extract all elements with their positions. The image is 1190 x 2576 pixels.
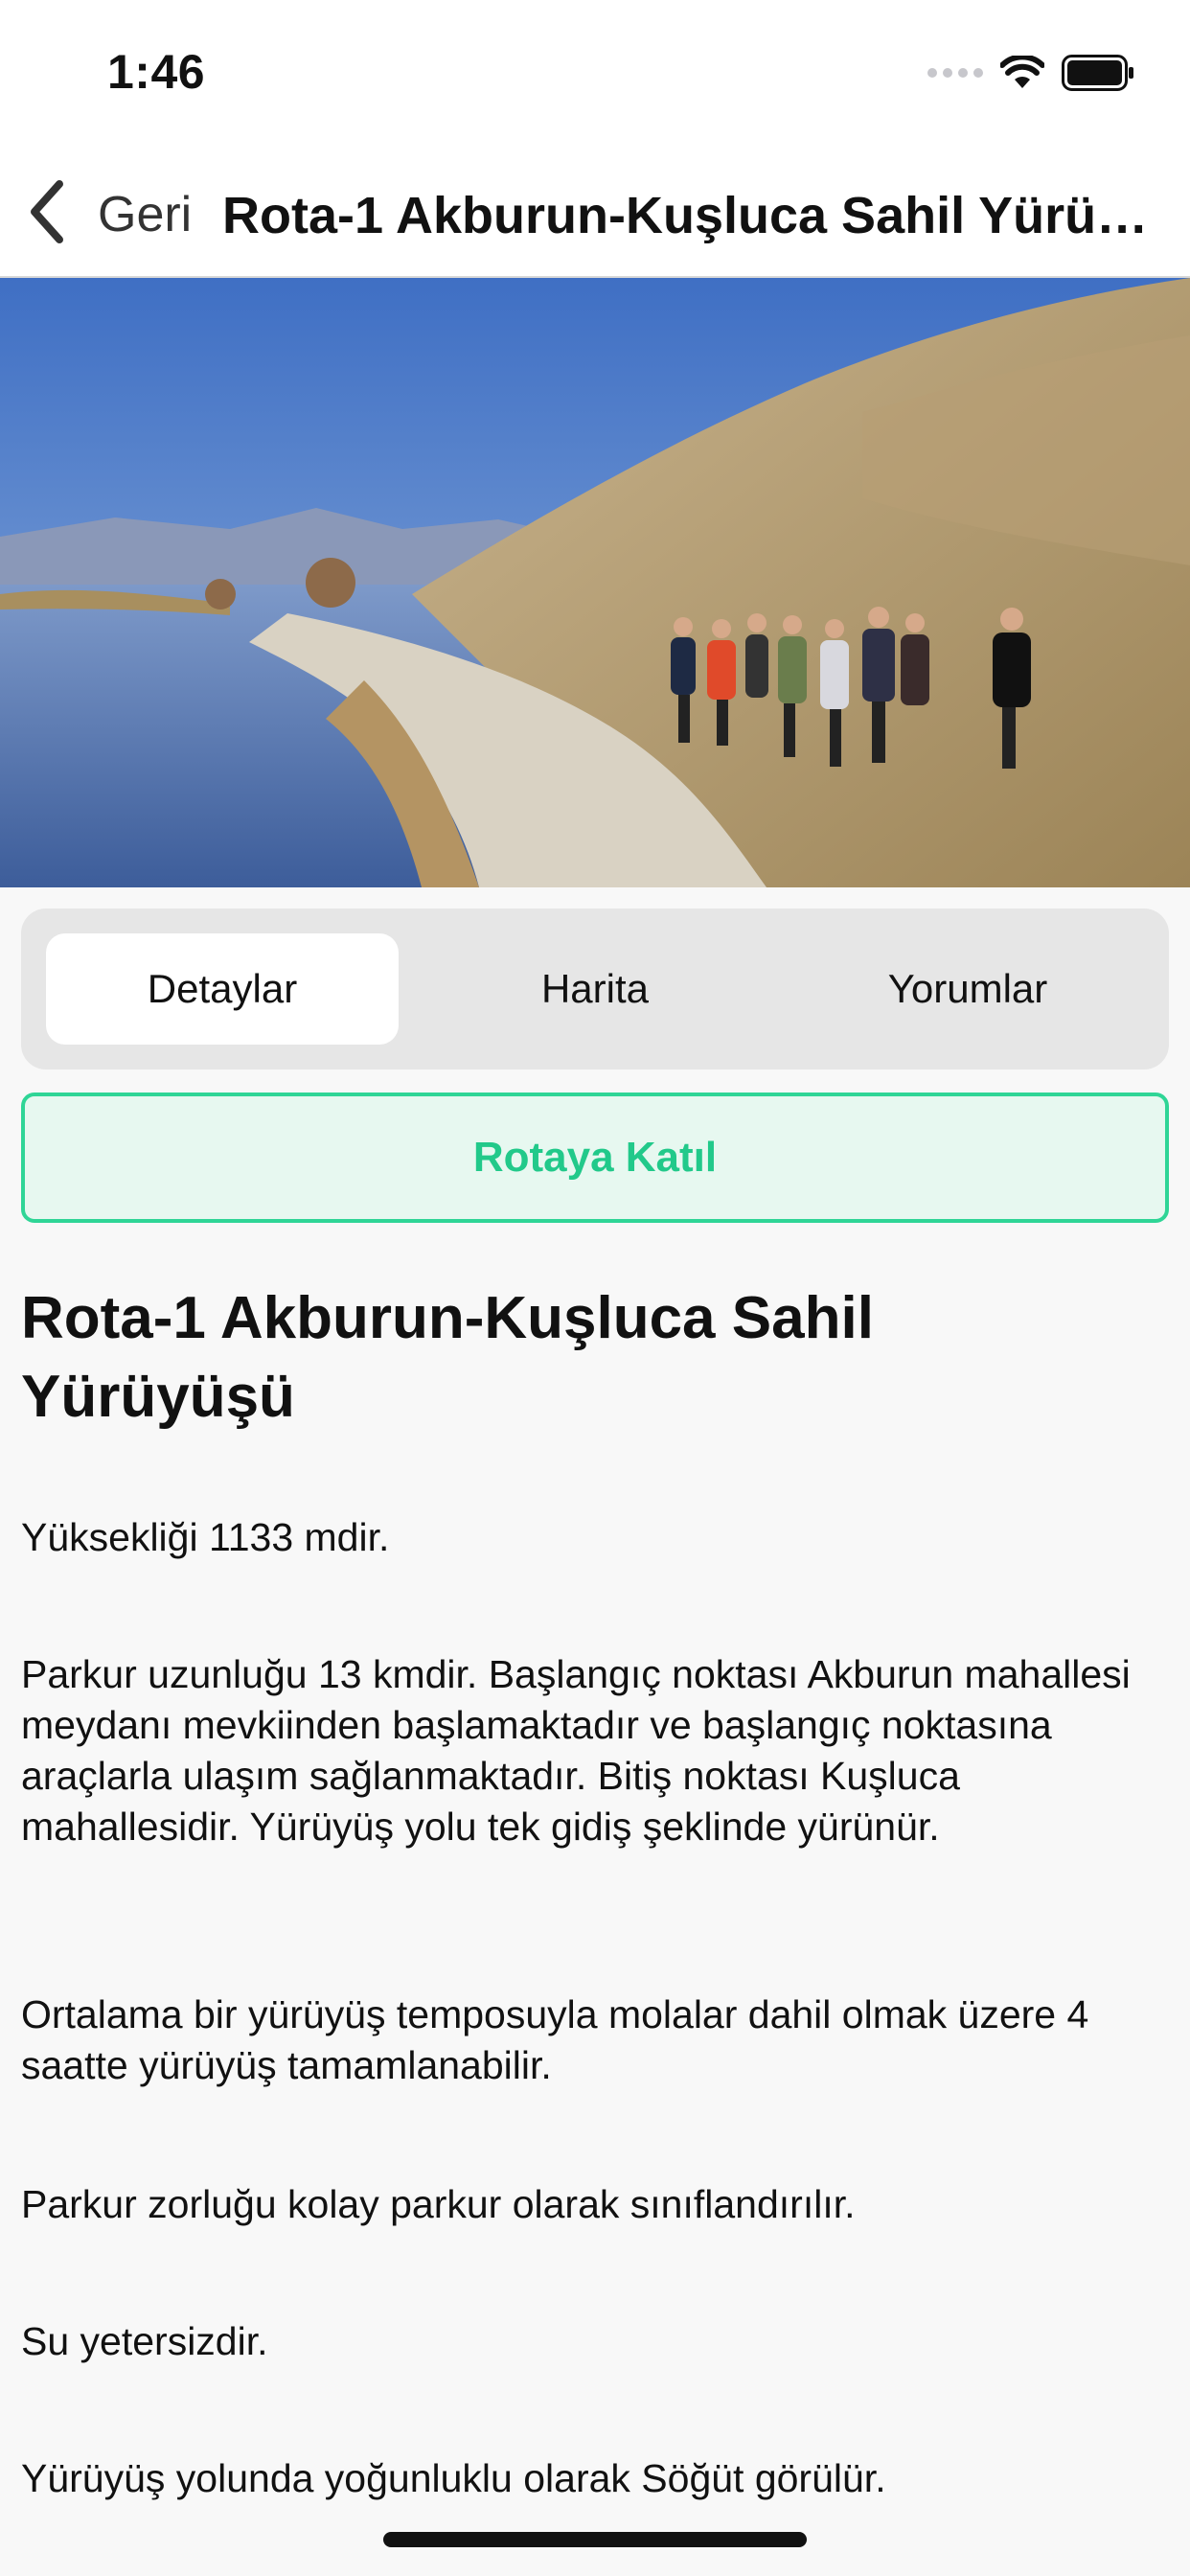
signal-dots-icon bbox=[927, 68, 983, 78]
page-title: Rota-1 Akburun-Kuşluca Sahil Yürüyüşü bbox=[222, 187, 1152, 244]
paragraph-difficulty: Parkur zorluğu kolay parkur olarak sınıf… bbox=[21, 2182, 856, 2226]
tab-yorumlar[interactable]: Yorumlar bbox=[791, 933, 1144, 1045]
wifi-icon bbox=[1000, 56, 1044, 88]
home-indicator bbox=[383, 2532, 807, 2547]
back-button[interactable]: Geri bbox=[98, 186, 192, 243]
status-bar: 1:46 bbox=[0, 0, 1190, 144]
chevron-left-icon[interactable] bbox=[25, 178, 67, 245]
hiking-photo-illustration bbox=[0, 278, 1190, 887]
content-title: Rota-1 Akburun-Kuşluca Sahil Yürüyüşü bbox=[21, 1285, 874, 1430]
segmented-tabs: Detaylar Harita Yorumlar bbox=[21, 908, 1169, 1070]
paragraph-length: Parkur uzunluğu 13 kmdir. Başlangıç nokt… bbox=[21, 1652, 1131, 1849]
tab-harita[interactable]: Harita bbox=[419, 933, 771, 1045]
paragraph-water: Su yetersizdir. bbox=[21, 2319, 268, 2363]
status-time: 1:46 bbox=[107, 45, 206, 99]
route-hero-photo bbox=[0, 278, 1190, 887]
status-icons bbox=[927, 54, 1136, 92]
paragraph-duration: Ortalama bir yürüyüş temposuyla molalar … bbox=[21, 1992, 1089, 2087]
join-route-button[interactable]: Rotaya Katıl bbox=[21, 1092, 1169, 1223]
paragraph-vegetation: Yürüyüş yolunda yoğunluklu olarak Söğüt … bbox=[21, 2456, 886, 2500]
tab-detaylar[interactable]: Detaylar bbox=[46, 933, 399, 1045]
navigation-bar: Geri Rota-1 Akburun-Kuşluca Sahil Yürüyü… bbox=[0, 144, 1190, 278]
paragraph-elevation: Yüksekliği 1133 mdir. bbox=[21, 1515, 390, 1559]
battery-icon bbox=[1062, 55, 1133, 91]
